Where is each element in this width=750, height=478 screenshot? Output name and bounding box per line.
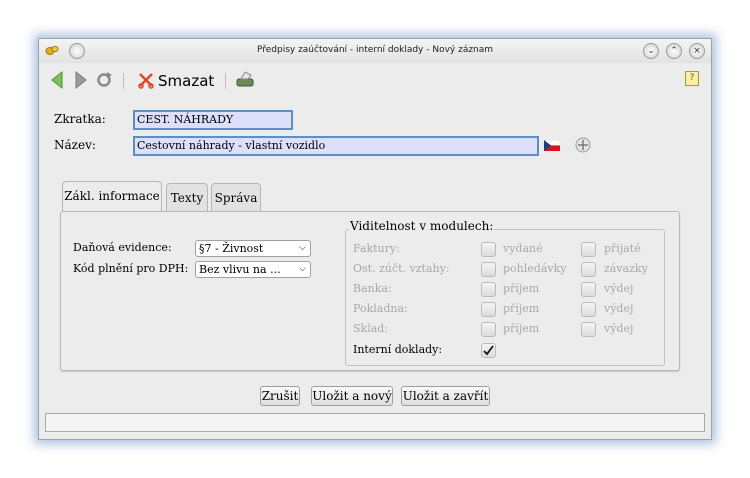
faktury-prijate-label: přijaté: [604, 242, 641, 255]
refresh-icon[interactable]: [95, 71, 113, 91]
zkratka-label: Zkratka:: [54, 112, 106, 126]
vat-code-label: Kód plnění pro DPH:: [73, 262, 189, 275]
tab-sprava[interactable]: Správa: [211, 183, 261, 212]
checkbox-faktury-vydane[interactable]: [481, 242, 496, 257]
nazev-label: Název:: [54, 138, 96, 152]
pokladna-prijem-label: příjem: [503, 302, 540, 315]
checkbox-banka-vydej[interactable]: [581, 282, 596, 297]
checkbox-sklad-vydej[interactable]: [581, 322, 596, 337]
checkbox-ost-pohledavky[interactable]: [481, 262, 496, 277]
ost-zavazky-label: závazky: [604, 262, 648, 275]
checkbox-banka-prijem[interactable]: [481, 282, 496, 297]
chevron-down-icon: ⌵: [299, 243, 306, 253]
vat-code-select[interactable]: Bez vlivu na ... ⌵: [195, 261, 311, 278]
module-label-pokladna: Pokladna:: [353, 302, 408, 315]
interni-doklady-label: Interní doklady:: [353, 343, 443, 356]
banka-vydej-label: výdej: [604, 282, 634, 295]
delete-icon: [137, 71, 155, 92]
checkbox-sklad-prijem[interactable]: [481, 322, 496, 337]
tax-evidence-label: Daňová evidence:: [73, 241, 172, 254]
zkratka-field[interactable]: CEST. NÁHRADY: [133, 110, 293, 130]
sklad-vydej-label: výdej: [604, 322, 634, 335]
title-bar[interactable]: Předpisy zaúčtování - interní doklady - …: [39, 39, 711, 63]
module-label-ost-zuct: Ost. zúčt. vztahy:: [353, 262, 450, 275]
module-label-faktury: Faktury:: [353, 242, 400, 255]
sklad-prijem-label: příjem: [503, 322, 540, 335]
forward-arrow-icon[interactable]: [75, 70, 87, 91]
visibility-title: Viditelnost v modulech:: [349, 219, 495, 233]
delete-label: Smazat: [158, 72, 215, 90]
flag-cz-icon[interactable]: [543, 139, 561, 154]
dialog-window: Předpisy zaúčtování - interní doklady - …: [38, 38, 712, 440]
status-bar: [45, 413, 705, 432]
save-new-button[interactable]: Uložit a nový: [311, 386, 393, 406]
minimize-button[interactable]: ⌄: [643, 43, 659, 59]
help-icon[interactable]: ?: [685, 71, 699, 91]
checkbox-faktury-prijate[interactable]: [581, 242, 596, 257]
module-label-banka: Banka:: [353, 282, 392, 295]
banka-prijem-label: příjem: [503, 282, 540, 295]
pokladna-vydej-label: výdej: [604, 302, 634, 315]
chevron-down-icon: ⌵: [299, 264, 306, 274]
tax-evidence-select[interactable]: §7 - Živnost ⌵: [195, 240, 311, 257]
tax-evidence-value: §7 - Živnost: [199, 242, 264, 255]
back-arrow-icon[interactable]: [51, 70, 63, 91]
module-label-sklad: Sklad:: [353, 322, 389, 335]
sum-icon[interactable]: [575, 137, 591, 156]
faktury-vydane-label: vydané: [503, 242, 543, 255]
toolbar-separator: [225, 73, 226, 89]
checkbox-interni-doklady[interactable]: [481, 343, 496, 358]
nazev-field[interactable]: Cestovní náhrady - vlastní vozidlo: [133, 136, 539, 156]
cancel-button[interactable]: Zrušit: [260, 386, 300, 406]
ost-pohledavky-label: pohledávky: [503, 262, 567, 275]
save-close-button[interactable]: Uložit a zavřít: [401, 386, 490, 406]
toolbar: Smazat ?: [39, 65, 711, 95]
window-title: Předpisy zaúčtování - interní doklady - …: [256, 45, 494, 55]
toolbar-separator: [123, 73, 124, 89]
close-button[interactable]: ×: [689, 43, 705, 59]
checkbox-ost-zavazky[interactable]: [581, 262, 596, 277]
checkbox-pokladna-vydej[interactable]: [581, 302, 596, 317]
vat-code-value: Bez vlivu na ...: [199, 263, 281, 276]
print-icon[interactable]: [235, 71, 255, 91]
checkmark-icon: [483, 345, 494, 356]
checkbox-pokladna-prijem[interactable]: [481, 302, 496, 317]
tab-zakl-informace[interactable]: Zákl. informace: [62, 181, 162, 212]
maximize-button[interactable]: ⌃: [666, 43, 682, 59]
tab-texty[interactable]: Texty: [166, 183, 208, 212]
